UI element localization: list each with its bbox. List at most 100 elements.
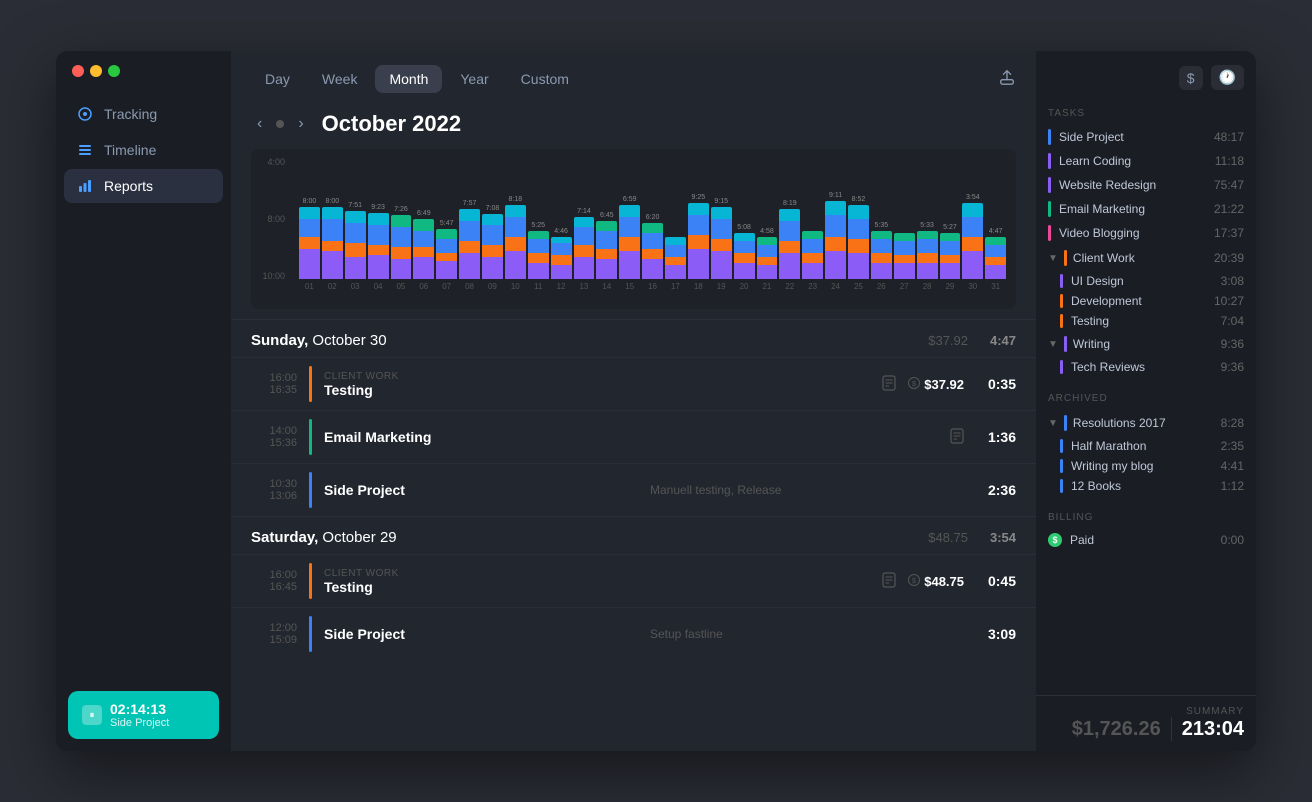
- entry-category: CLIENT WORK: [324, 568, 870, 579]
- subtask-name: Half Marathon: [1071, 439, 1200, 453]
- entry-name: Email Marketing: [324, 429, 938, 445]
- bar-stack: [528, 231, 549, 279]
- bar-column[interactable]: 4:5821: [757, 228, 778, 291]
- bar-stack: [757, 237, 778, 279]
- bar-column[interactable]: 7:5103: [345, 202, 366, 291]
- bar-column[interactable]: 6:4514: [596, 212, 617, 291]
- share-icon[interactable]: [998, 68, 1016, 91]
- timer-section: ⏸ 02:14:13 Side Project: [56, 679, 231, 751]
- tab-year[interactable]: Year: [446, 65, 502, 93]
- day-section: Sunday, October 30$37.924:4716:0016:35CL…: [231, 319, 1036, 516]
- bar-column[interactable]: 9:1519: [711, 198, 732, 291]
- doc-icon[interactable]: [950, 428, 964, 447]
- archived-label: ARCHIVED: [1048, 385, 1244, 410]
- tab-month[interactable]: Month: [375, 65, 442, 93]
- archived-subtask-row[interactable]: 12 Books1:12: [1048, 476, 1244, 496]
- sidebar-item-timeline[interactable]: Timeline: [64, 133, 223, 167]
- bar-column[interactable]: 5:2511: [528, 222, 549, 291]
- billing-section: BILLING $Paid0:00: [1036, 504, 1256, 559]
- group-row[interactable]: ▼Writing9:36: [1048, 331, 1244, 357]
- bar-column[interactable]: 6:2016: [642, 214, 663, 291]
- dollar-toggle[interactable]: $: [1179, 66, 1203, 90]
- close-dot[interactable]: [72, 65, 84, 77]
- entry-duration: 0:35: [976, 376, 1016, 392]
- bar-column[interactable]: 7:1413: [574, 208, 595, 291]
- timer-button[interactable]: ⏸ 02:14:13 Side Project: [68, 691, 219, 739]
- task-time: 11:18: [1208, 154, 1244, 168]
- calendar-nav: ‹ ›: [251, 113, 310, 135]
- bar-column[interactable]: 4:4612: [551, 228, 572, 291]
- today-dot[interactable]: [276, 120, 284, 128]
- task-color: [1048, 225, 1051, 241]
- task-row[interactable]: Website Redesign75:47: [1048, 173, 1244, 197]
- next-month-button[interactable]: ›: [292, 113, 309, 135]
- bar-stack: [551, 237, 572, 279]
- doc-icon[interactable]: [882, 375, 896, 394]
- bar-column[interactable]: 8:0001: [299, 198, 320, 291]
- bar-value-label: 5:33: [920, 222, 934, 229]
- task-row[interactable]: Side Project48:17: [1048, 125, 1244, 149]
- bar-column[interactable]: 5:4707: [436, 220, 457, 291]
- bar-stack: [917, 231, 938, 279]
- subtask-row[interactable]: Testing7:04: [1048, 311, 1244, 331]
- bar-column[interactable]: 8:1922: [779, 200, 800, 291]
- bar-column[interactable]: 17: [665, 235, 686, 291]
- bar-column[interactable]: 6:5915: [619, 196, 640, 291]
- bar-column[interactable]: 7:5708: [459, 200, 480, 291]
- bar-column[interactable]: 23: [802, 229, 823, 291]
- bar-value-label: 5:27: [943, 224, 957, 231]
- bar-column[interactable]: 8:0002: [322, 198, 343, 291]
- entry-info: Side Project: [324, 482, 638, 498]
- sidebar-item-reports[interactable]: Reports: [64, 169, 223, 203]
- bar-column[interactable]: 8:1810: [505, 196, 526, 291]
- tab-week[interactable]: Week: [308, 65, 372, 93]
- bar-column[interactable]: 5:3526: [871, 222, 892, 291]
- task-row[interactable]: Email Marketing21:22: [1048, 197, 1244, 221]
- subtask-color: [1060, 314, 1063, 328]
- sidebar-item-tracking[interactable]: Tracking: [64, 97, 223, 131]
- entry-name: Side Project: [324, 482, 638, 498]
- subtask-row[interactable]: Tech Reviews9:36: [1048, 357, 1244, 377]
- bar-stack: [574, 217, 595, 279]
- pause-icon[interactable]: ⏸: [82, 705, 102, 725]
- archived-group-row[interactable]: ▼Resolutions 20178:28: [1048, 410, 1244, 436]
- bar-stack: [482, 214, 503, 279]
- bar-column[interactable]: 5:27 29: [940, 224, 961, 291]
- day-section: Saturday, October 29$48.753:5416:0016:45…: [231, 516, 1036, 660]
- bar-stack: [871, 231, 892, 279]
- bar-column[interactable]: 7:2605: [391, 206, 412, 291]
- bar-column[interactable]: 7:0809: [482, 205, 503, 291]
- bar-column[interactable]: 5:3328: [917, 222, 938, 291]
- bar-column[interactable]: 8:5225: [848, 196, 869, 291]
- bar-stack: [894, 233, 915, 279]
- prev-month-button[interactable]: ‹: [251, 113, 268, 135]
- bar-column[interactable]: 5:0820: [734, 224, 755, 291]
- subtask-name: Tech Reviews: [1071, 360, 1200, 374]
- subtask-row[interactable]: Development10:27: [1048, 291, 1244, 311]
- tab-day[interactable]: Day: [251, 65, 304, 93]
- tab-custom[interactable]: Custom: [507, 65, 583, 93]
- minimize-dot[interactable]: [90, 65, 102, 77]
- clock-icon[interactable]: 🕐: [1211, 65, 1244, 90]
- group-row[interactable]: ▼Client Work20:39: [1048, 245, 1244, 271]
- dollar-icon: $: [908, 377, 920, 392]
- bar-day-label: 06: [419, 282, 428, 291]
- maximize-dot[interactable]: [108, 65, 120, 77]
- bar-column[interactable]: 9:1124: [825, 192, 846, 291]
- bar-column[interactable]: 4:4731: [985, 228, 1006, 291]
- archived-subtask-row[interactable]: Writing my blog4:41: [1048, 456, 1244, 476]
- bar-column[interactable]: 27: [894, 231, 915, 291]
- sidebar-item-label: Reports: [104, 178, 153, 194]
- bar-column[interactable]: 9:2304: [368, 204, 389, 291]
- bar-column[interactable]: 6:4906: [413, 210, 434, 291]
- doc-icon[interactable]: [882, 572, 896, 591]
- archived-subtask-row[interactable]: Half Marathon2:35: [1048, 436, 1244, 456]
- task-row[interactable]: Learn Coding11:18: [1048, 149, 1244, 173]
- sidebar: Tracking Timeline Reports ⏸ 02:14:13: [56, 51, 231, 751]
- bar-stack: [825, 201, 846, 279]
- subtask-row[interactable]: UI Design3:08: [1048, 271, 1244, 291]
- task-row[interactable]: Video Blogging17:37: [1048, 221, 1244, 245]
- bar-column[interactable]: 3:5430: [962, 194, 983, 291]
- bar-column[interactable]: 9:2518: [688, 194, 709, 291]
- bar-day-label: 29: [945, 282, 954, 291]
